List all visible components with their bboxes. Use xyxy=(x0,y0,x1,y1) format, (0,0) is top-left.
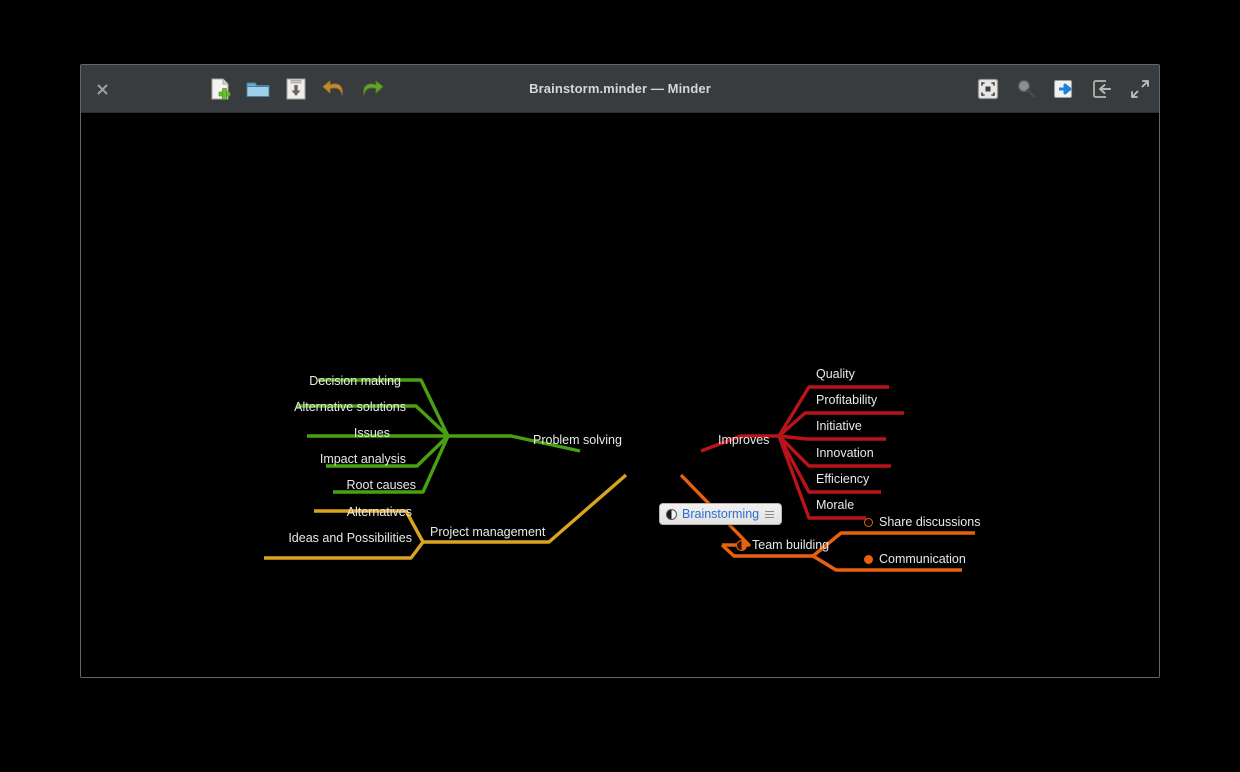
hollow-circle-icon[interactable] xyxy=(864,517,873,527)
node-communication[interactable]: Communication xyxy=(864,552,966,566)
node-root-brainstorming[interactable]: Brainstorming xyxy=(659,503,783,525)
application-root: Brainstorm.minder — Minder Problem solvi… xyxy=(0,0,1240,772)
header-bar: Brainstorm.minder — Minder xyxy=(81,65,1159,113)
node-project-management[interactable]: Project management xyxy=(430,525,545,539)
node-team-building[interactable]: Team building xyxy=(736,538,829,552)
sidebar-toggle-button[interactable] xyxy=(1087,74,1117,104)
expand-arrows-icon xyxy=(1131,80,1149,98)
mindmap-connections xyxy=(264,378,975,572)
new-document-icon xyxy=(211,78,231,100)
magnifier-icon xyxy=(1017,79,1036,98)
panel-open-icon xyxy=(1093,80,1111,98)
save-document-button[interactable] xyxy=(281,74,311,104)
half-circle-fold-icon[interactable] xyxy=(736,539,747,551)
node-initiative[interactable]: Initiative xyxy=(816,419,862,433)
focus-frame-icon xyxy=(977,78,999,100)
node-alternatives[interactable]: Alternatives xyxy=(271,505,412,519)
node-quality[interactable]: Quality xyxy=(816,367,855,381)
node-morale[interactable]: Morale xyxy=(816,498,854,512)
filled-circle-icon[interactable] xyxy=(864,554,873,564)
close-icon xyxy=(97,84,107,94)
node-issues[interactable]: Issues xyxy=(306,426,390,440)
node-alternative-solutions[interactable]: Alternative solutions xyxy=(216,400,406,414)
node-efficiency[interactable]: Efficiency xyxy=(816,472,869,486)
root-node-label: Brainstorming xyxy=(682,507,760,521)
half-circle-fold-icon[interactable] xyxy=(666,508,677,520)
redo-arrow-icon xyxy=(363,80,384,96)
node-profitability[interactable]: Profitability xyxy=(816,393,877,407)
node-decision-making[interactable]: Decision making xyxy=(231,374,401,388)
node-impact-analysis[interactable]: Impact analysis xyxy=(241,452,406,466)
save-download-icon xyxy=(286,78,306,100)
open-document-button[interactable] xyxy=(243,74,273,104)
fullscreen-button[interactable] xyxy=(1125,74,1155,104)
node-share-discussions[interactable]: Share discussions xyxy=(864,515,980,529)
redo-button[interactable] xyxy=(357,74,387,104)
export-arrow-icon xyxy=(1053,79,1073,99)
mindmap-canvas[interactable]: Problem solving Decision making Alternat… xyxy=(81,113,1159,677)
new-document-button[interactable] xyxy=(205,74,235,104)
undo-arrow-icon xyxy=(322,80,343,96)
close-window-button[interactable] xyxy=(87,74,117,104)
node-problem-solving[interactable]: Problem solving xyxy=(533,433,622,447)
note-lines-icon[interactable] xyxy=(764,509,775,520)
node-improves[interactable]: Improves xyxy=(718,433,769,447)
node-innovation[interactable]: Innovation xyxy=(816,446,874,460)
export-button[interactable] xyxy=(1049,74,1079,104)
focus-mode-button[interactable] xyxy=(973,74,1003,104)
node-root-causes[interactable]: Root causes xyxy=(271,478,416,492)
folder-open-icon xyxy=(246,82,270,97)
node-ideas-and-possibilities[interactable]: Ideas and Possibilities xyxy=(191,531,412,545)
undo-button[interactable] xyxy=(319,74,349,104)
minder-window: Brainstorm.minder — Minder Problem solvi… xyxy=(80,64,1160,678)
zoom-button[interactable] xyxy=(1011,74,1041,104)
